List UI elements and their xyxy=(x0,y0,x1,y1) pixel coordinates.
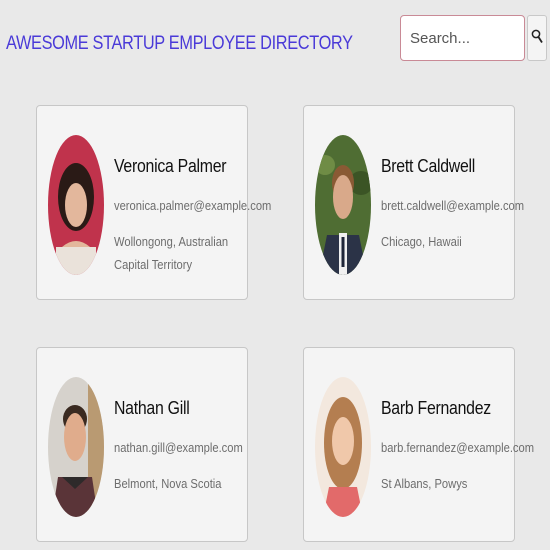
employee-name[interactable]: Brett Caldwell xyxy=(381,156,475,177)
employee-name[interactable]: Veronica Palmer xyxy=(114,156,227,177)
employee-card[interactable]: Barb Fernandez barb.fernandez@example.co… xyxy=(303,347,534,542)
page-title: AWESOME STARTUP EMPLOYEE DIRECTORY xyxy=(6,33,353,54)
employee-location: St Albans, Powys xyxy=(381,476,468,491)
employee-card[interactable]: Brett Caldwell brett.caldwell@example.co… xyxy=(303,105,524,300)
avatar xyxy=(48,135,104,275)
avatar xyxy=(48,377,104,517)
employee-card[interactable]: Nathan Gill nathan.gill@example.com Belm… xyxy=(36,347,248,542)
search-button[interactable] xyxy=(527,15,547,61)
employee-email: brett.caldwell@example.com xyxy=(381,198,525,213)
employee-location: Wollongong, Australian Capital Territory xyxy=(114,234,229,272)
employee-name[interactable]: Barb Fernandez xyxy=(381,398,491,419)
employee-email: veronica.palmer@example.com xyxy=(114,198,272,213)
employee-location: Belmont, Nova Scotia xyxy=(114,476,222,491)
employee-card[interactable]: Veronica Palmer veronica.palmer@example.… xyxy=(36,105,271,300)
avatar xyxy=(315,377,371,517)
search-icon xyxy=(531,29,543,48)
employee-email: barb.fernandez@example.com xyxy=(381,440,535,455)
employee-name[interactable]: Nathan Gill xyxy=(114,398,190,419)
avatar xyxy=(315,135,371,275)
employee-email: nathan.gill@example.com xyxy=(114,440,243,455)
employee-location: Chicago, Hawaii xyxy=(381,234,462,249)
search-input[interactable] xyxy=(400,15,525,61)
